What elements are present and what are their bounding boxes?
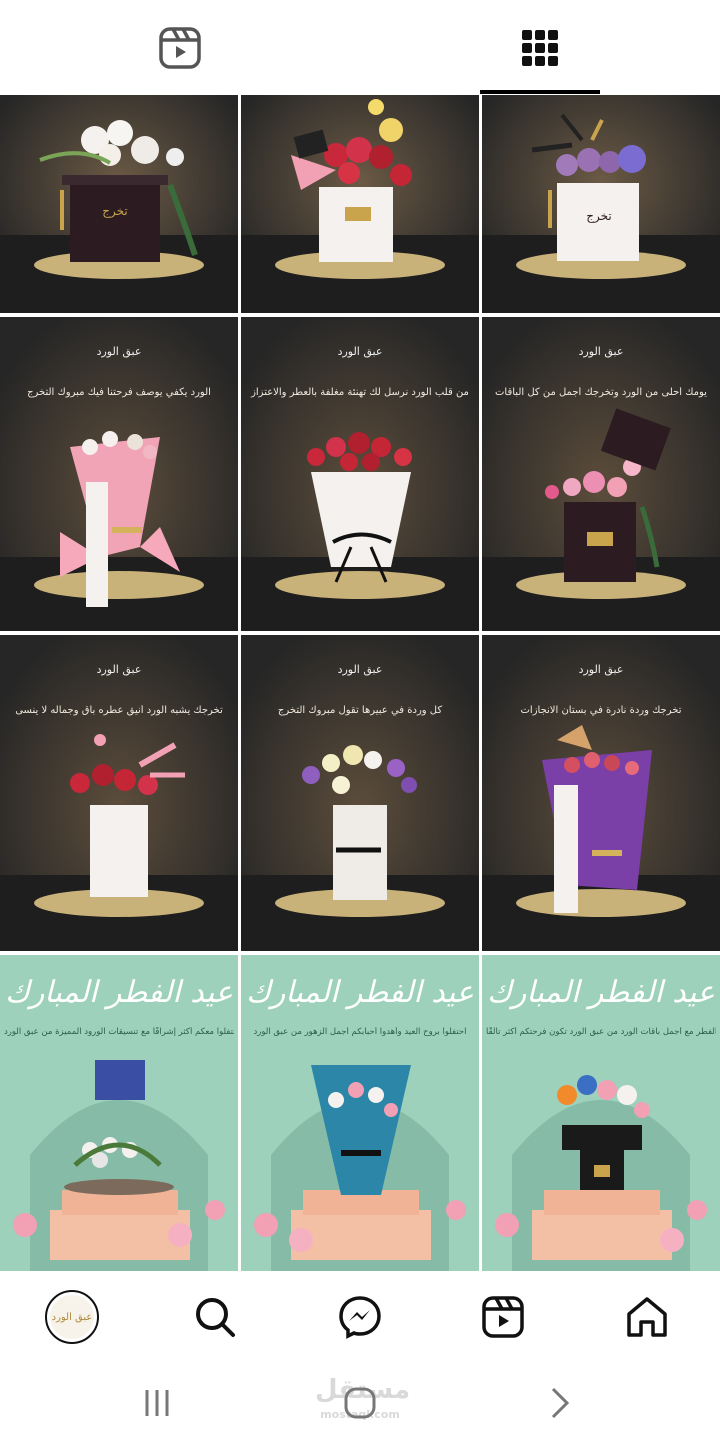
post-image	[241, 635, 479, 951]
box-badge-text: تخرج	[586, 209, 611, 223]
post-tile[interactable]: عيد الفطر المبارك احتفلوا معكم أكثر إشرا…	[0, 955, 238, 1271]
bottom-navigation: عبق الورد	[0, 1275, 720, 1360]
brand-mark: عبق الورد	[337, 345, 383, 358]
post-caption: يومك أحلى من الورد وتخرجك أجمل من كل الب…	[495, 387, 707, 398]
post-tile[interactable]: عبق الورد كل وردة في عبيرها تقول مبروك ا…	[241, 635, 479, 951]
post-caption: من قلب الورد نرسل لك تهنئة مغلفة بالعطر …	[251, 387, 469, 398]
grid-tab-icon	[522, 29, 558, 66]
system-navigation-bar: مستقل mostaql.com	[0, 1360, 720, 1447]
brand-mark: عبق الورد	[337, 663, 383, 676]
home-icon	[627, 1297, 667, 1337]
profile-tab-bar	[0, 0, 720, 95]
eid-title: عيد الفطر المبارك	[5, 975, 233, 1010]
box-badge-text: تخرج	[102, 204, 127, 218]
brand-mark: عبق الورد	[96, 663, 142, 676]
nav-messenger[interactable]	[330, 1287, 390, 1347]
home-circle-icon	[344, 1387, 376, 1418]
brand-mark: عبق الورد	[578, 663, 624, 676]
post-tile[interactable]: عبق الورد من قلب الورد نرسل لك تهنئة مغل…	[241, 317, 479, 631]
post-caption: كل وردة في عبيرها تقول مبروك التخرج	[277, 705, 443, 716]
eid-title: عيد الفطر المبارك	[487, 975, 715, 1010]
nav-home[interactable]	[617, 1287, 677, 1347]
post-tile[interactable]: تخرج	[0, 95, 238, 313]
search-icon	[196, 1298, 235, 1337]
recent-apps-button[interactable]	[127, 1380, 187, 1425]
post-caption: الورد يكفي يوصف فرحتنا فيك مبروك التخرج	[27, 387, 211, 398]
post-image: تخرج	[482, 95, 720, 313]
post-caption: احتفلوا بروح العيد وأهدوا أحبابكم أجمل ا…	[253, 1027, 467, 1037]
tab-grid[interactable]	[360, 0, 720, 95]
post-tile[interactable]: عبق الورد تخرجك يشبه الورد أنيق عطره باق…	[0, 635, 238, 951]
post-tile[interactable]: عبق الورد الورد يكفي يوصف فرحتنا فيك مبر…	[0, 317, 238, 631]
post-image	[482, 635, 720, 951]
nav-profile[interactable]: عبق الورد	[42, 1287, 102, 1347]
post-caption: احتفلوا معكم أكثر إشراقًا مع تنسيقات الو…	[4, 1027, 234, 1037]
post-image	[0, 635, 238, 951]
home-button[interactable]	[330, 1380, 390, 1425]
post-tile[interactable]: عبق الورد يومك أحلى من الورد وتخرجك أجمل…	[482, 317, 720, 631]
avatar-label: عبق الورد	[50, 1295, 94, 1339]
post-image: تخرج	[0, 95, 238, 313]
reels-icon	[482, 1296, 524, 1338]
post-tile[interactable]	[241, 95, 479, 313]
messenger-icon	[339, 1296, 381, 1339]
brand-mark: عبق الورد	[578, 345, 624, 358]
recent-apps-icon	[145, 1389, 169, 1416]
tab-reels[interactable]	[0, 0, 360, 95]
post-tile[interactable]: تخرج	[482, 95, 720, 313]
post-caption: احتفلوا بعيد الفطر مع أجمل باقات الورد م…	[486, 1027, 716, 1037]
reels-tab-icon	[159, 26, 201, 69]
nav-search[interactable]	[185, 1287, 245, 1347]
post-tile[interactable]: عيد الفطر المبارك احتفلوا بعيد الفطر مع …	[482, 955, 720, 1271]
post-image	[0, 317, 238, 631]
back-button[interactable]	[530, 1380, 590, 1425]
eid-title: عيد الفطر المبارك	[246, 975, 474, 1010]
chevron-right-icon	[551, 1387, 570, 1418]
post-image	[482, 317, 720, 631]
post-caption: تخرجك يشبه الورد أنيق عطره باق وجماله لا…	[15, 705, 223, 716]
post-tile[interactable]: عبق الورد تخرجك وردة نادرة في بستان الان…	[482, 635, 720, 951]
avatar[interactable]: عبق الورد	[45, 1290, 99, 1344]
brand-mark: عبق الورد	[96, 345, 142, 358]
post-image	[241, 317, 479, 631]
nav-reels[interactable]	[473, 1287, 533, 1347]
post-caption: تخرجك وردة نادرة في بستان الانجازات	[520, 705, 682, 716]
post-image	[241, 95, 479, 313]
post-tile[interactable]: عيد الفطر المبارك احتفلوا بروح العيد وأه…	[241, 955, 479, 1271]
profile-grid-screen: تخرج تخرج عبق الورد الورد يكفي يوصف فرحت…	[0, 0, 720, 1447]
active-tab-indicator	[480, 90, 600, 94]
